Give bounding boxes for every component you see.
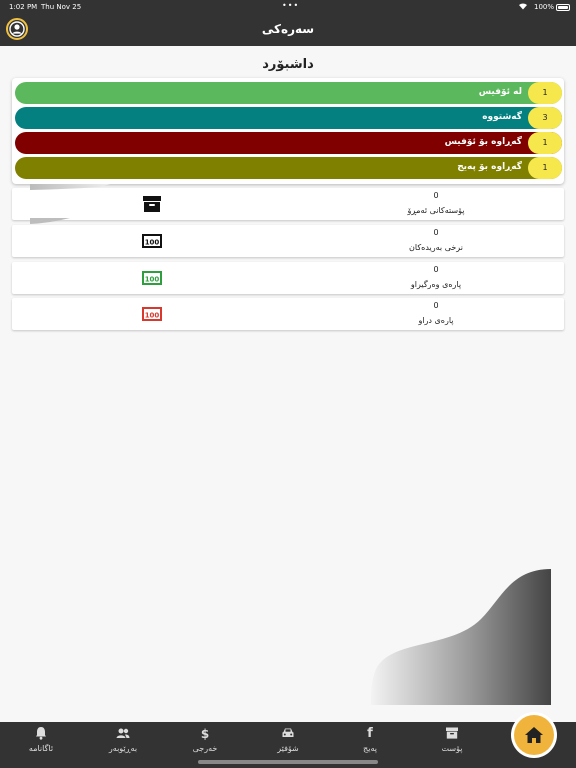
status-pill-in-office[interactable]: لە ئۆفیس 1 [15,82,562,104]
nav-label: پۆست [441,744,463,753]
decorative-wave-top [30,184,110,190]
status-pill-label: گەڕاوە بۆ پەیج [457,162,522,172]
status-time: 1:02 PM [9,3,38,11]
wifi-icon [518,2,528,12]
decorative-wave-top-2 [30,218,70,224]
nav-pages[interactable]: f پەیج [335,726,405,762]
car-icon [253,726,323,742]
stat-label: نرخی بەریدەکان [409,243,463,252]
stat-value: 0 [433,301,439,310]
nav-label: شۆفێر [277,744,299,753]
home-icon [525,727,543,743]
battery-icon [556,4,570,11]
nav-label: ئاگانامە [28,744,54,753]
home-button[interactable] [514,715,554,755]
nav-label: بەڕێوبەر [108,744,138,753]
multitask-dots-icon[interactable]: ••• [282,1,299,10]
money-bill-icon: 100 [142,232,162,250]
bell-icon [6,726,76,742]
status-date: Thu Nov 25 [41,3,82,11]
status-pill-returned-office[interactable]: گەڕاوە بۆ ئۆفیس 1 [15,132,562,154]
status-bar: 1:02 PM Thu Nov 25 ••• 100% [0,0,576,14]
status-pill-count: 1 [528,82,562,104]
stat-label: پارەی وەرگیراو [410,280,462,289]
stat-value: 0 [433,191,439,200]
status-pill-returned-page[interactable]: گەڕاوە بۆ پەیج 1 [15,157,562,179]
status-pill-count: 1 [528,157,562,179]
nav-label: خەرجی [192,744,218,753]
stat-label: پارەی دراو [418,316,454,325]
stat-value: 0 [433,228,439,237]
stat-value: 0 [433,265,439,274]
stat-label: پۆستەکانی ئەمڕۆ [407,206,465,215]
status-pill-label: گەڕاوە بۆ ئۆفیس [444,137,522,147]
status-summary-card: لە ئۆفیس 1 گەشتووە 3 گەڕاوە بۆ ئۆفیس 1 گ… [12,78,564,184]
nav-posts[interactable]: پۆست [417,726,487,762]
stat-card-today-posts[interactable]: 0 پۆستەکانی ئەمڕۆ [12,188,564,220]
svg-text:100: 100 [145,312,160,320]
home-indicator[interactable] [198,760,378,764]
svg-text:100: 100 [145,276,160,284]
app-header: سەرەکی [0,14,576,46]
battery-percent: 100% [533,3,554,11]
nav-notifications[interactable]: ئاگانامە [6,726,76,762]
stat-card-money-paid[interactable]: 0 پارەی دراو 100 [12,298,564,330]
dashboard-title: داشبۆرد [262,57,314,72]
status-pill-count: 3 [528,107,562,129]
page-title: سەرەکی [261,22,315,36]
status-pill-label: لە ئۆفیس [478,87,522,97]
svg-text:100: 100 [145,239,160,247]
status-pill-label: گەشتووە [482,112,522,122]
stat-card-post-prices[interactable]: 0 نرخی بەریدەکان 100 [12,225,564,257]
dollar-icon: $ [200,727,210,741]
nav-expenses[interactable]: $ خەرجی [170,726,240,762]
decorative-wave-bottom [371,569,551,705]
nav-drivers[interactable]: شۆفێر [253,726,323,762]
nav-managers[interactable]: بەڕێوبەر [88,726,158,762]
nav-label: پەیج [363,744,377,753]
stat-card-money-received[interactable]: 0 پارەی وەرگیراو 100 [12,262,564,294]
facebook-icon: f [367,726,373,741]
users-icon [88,726,158,742]
money-bill-icon: 100 [142,269,162,287]
archive-box-icon [142,195,162,213]
archive-icon [417,726,487,742]
status-pill-arrived[interactable]: گەشتووە 3 [15,107,562,129]
status-pill-count: 1 [528,132,562,154]
money-bill-icon: 100 [142,305,162,323]
